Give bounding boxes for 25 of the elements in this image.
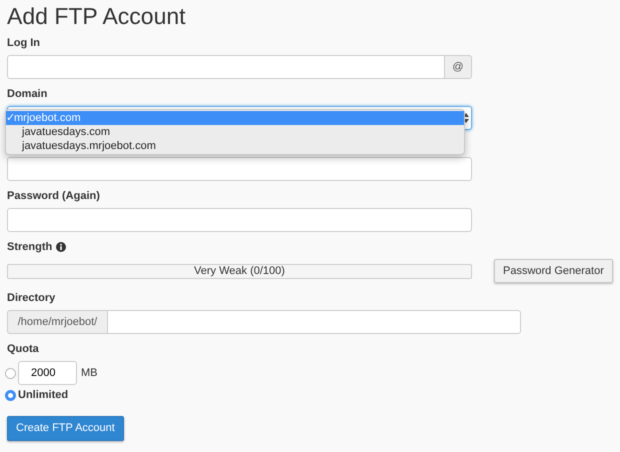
radio-button[interactable] [5,390,16,400]
radio-label: Unlimited [18,388,68,403]
dropdown-option[interactable]: javatuesdays.com [6,125,464,139]
at-addon: @ [445,55,472,79]
password-generator-button[interactable]: Password Generator [494,259,613,283]
dropdown-option[interactable]: javatuesdays.mrjoebot.com [6,139,464,153]
updown-arrows-icon [463,113,469,123]
quota-field[interactable]: 2000 [18,361,77,385]
login-field[interactable] [7,55,445,79]
directory-field[interactable] [107,310,521,334]
directory-prefix: /home/mrjoebot/ [7,310,107,334]
field-label: Quota [7,342,40,357]
field-label: Directory [7,291,56,306]
field-label: Password (Again) [7,189,101,204]
field-label: Log In [7,36,41,51]
radio-button[interactable] [5,368,16,378]
field-label: Strength [7,240,52,255]
field-label: Domain [7,87,48,102]
info-icon[interactable] [56,242,66,252]
strength-reading: Very Weak (0/100) [193,264,286,278]
page-title: Add FTP Account [7,2,187,31]
unit-label: MB [81,366,98,381]
password-field[interactable] [7,157,472,181]
create-account-button[interactable]: Create FTP Account [7,416,124,441]
password-field[interactable] [7,208,472,232]
